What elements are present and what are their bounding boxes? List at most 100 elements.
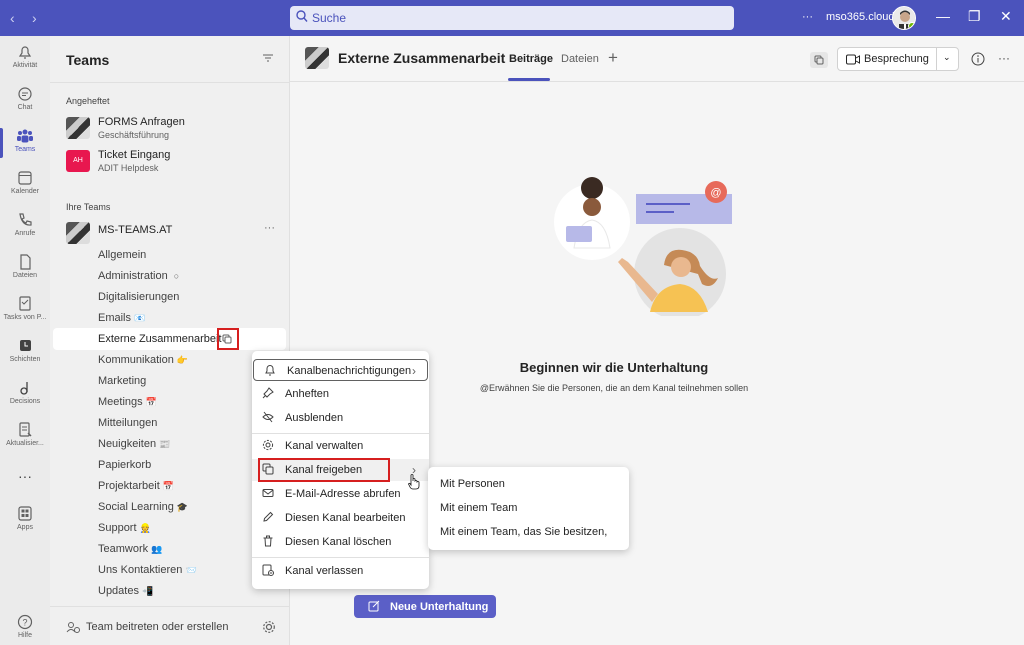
more-icon[interactable]: ··· <box>998 51 1010 65</box>
rail-label: Teams <box>14 146 36 153</box>
minimize-icon[interactable]: — <box>936 8 950 24</box>
conversation-illustration: @ <box>552 170 738 316</box>
rail-item-teams[interactable]: Teams <box>0 128 50 158</box>
channel-item[interactable]: Administration ○ <box>98 270 179 282</box>
rail-item-files[interactable]: Dateien <box>0 254 50 279</box>
search-input[interactable]: Suche <box>290 6 734 30</box>
team-more-icon[interactable]: ··· <box>264 222 275 234</box>
channel-emoji: 👷 <box>139 523 151 533</box>
channel-item[interactable]: Uns Kontaktieren 📨 <box>98 564 197 576</box>
channel-item[interactable]: Mitteilungen <box>98 417 157 429</box>
updates-icon <box>0 422 50 438</box>
channel-item[interactable]: Meetings 📅 <box>98 396 157 408</box>
back-icon[interactable]: ‹ <box>10 10 15 26</box>
channel-item[interactable]: Marketing <box>98 375 146 387</box>
rail-more-icon[interactable]: ··· <box>0 468 50 484</box>
app-rail: Aktivität Chat Teams Kalender Anrufe Dat… <box>0 36 50 645</box>
meet-button[interactable]: Besprechung ⌄ <box>837 47 959 71</box>
menu-item-edit-channel[interactable]: Diesen Kanal bearbeiten <box>252 507 429 529</box>
rail-item-apps[interactable]: Apps <box>0 506 50 531</box>
channel-item[interactable]: Papierkorb <box>98 459 151 471</box>
more-options-icon[interactable]: ··· <box>802 11 813 23</box>
channel-item[interactable]: Emails 📧 <box>98 312 145 324</box>
chevron-down-icon[interactable]: ⌄ <box>943 52 951 63</box>
team-name: MS-TEAMS.AT <box>98 224 173 236</box>
add-tab-icon[interactable]: + <box>608 48 618 68</box>
pinned-sub: Geschäftsführung <box>98 130 170 140</box>
submenu-item-with-team[interactable]: Mit einem Team <box>440 502 517 514</box>
tab-files[interactable]: Dateien <box>561 53 599 65</box>
teams-icon <box>0 128 50 144</box>
menu-item-leave-channel[interactable]: Kanal verlassen <box>252 560 429 582</box>
menu-item-channel-notifications[interactable]: Kanalbenachrichtigungen › <box>253 359 428 381</box>
pinned-name: FORMS Anfragen <box>98 116 185 128</box>
menu-item-get-email[interactable]: E-Mail-Adresse abrufen <box>252 483 429 505</box>
decisions-icon <box>0 380 50 396</box>
channel-item[interactable]: Digitalisierungen <box>98 291 179 303</box>
new-conversation-button[interactable]: Neue Unterhaltung <box>354 595 496 618</box>
divider <box>252 557 429 558</box>
rail-item-help[interactable]: ? Hilfe <box>0 614 50 639</box>
pinned-team-forms[interactable]: FORMS Anfragen Geschäftsführung <box>66 115 276 145</box>
pinned-sub: ADIT Helpdesk <box>98 163 159 173</box>
menu-item-hide[interactable]: Ausblenden <box>252 407 429 429</box>
join-create-team-button[interactable]: Team beitreten oder erstellen <box>66 621 228 634</box>
rail-item-calendar[interactable]: Kalender <box>0 170 50 195</box>
channel-item[interactable]: Neuigkeiten 📰 <box>98 438 170 450</box>
rail-item-shifts[interactable]: Schichten <box>0 338 50 363</box>
pinned-team-ticket[interactable]: AH Ticket Eingang ADIT Helpdesk <box>66 148 276 178</box>
channel-item[interactable]: Kommunikation 👉 <box>98 354 188 366</box>
team-avatar <box>66 117 90 139</box>
rail-item-decisions[interactable]: Decisions <box>0 380 50 405</box>
sidebar-title: Teams <box>66 52 110 68</box>
menu-item-label: Kanal verlassen <box>285 565 364 577</box>
channel-item[interactable]: Updates 📲 <box>98 585 153 597</box>
menu-item-pin[interactable]: Anheften <box>252 383 429 405</box>
shifts-icon <box>0 338 50 354</box>
trash-icon <box>262 535 274 547</box>
maximize-icon[interactable]: ❐ <box>968 8 981 25</box>
bell-icon <box>0 44 50 60</box>
rail-item-calls[interactable]: Anrufe <box>0 212 50 237</box>
gear-icon[interactable] <box>262 620 276 634</box>
channel-context-menu: Kanalbenachrichtigungen › Anheften Ausbl… <box>252 351 429 589</box>
rail-label: Aktivität <box>12 62 38 69</box>
rail-label: Dateien <box>12 272 38 279</box>
channel-emoji: 📧 <box>134 313 146 323</box>
channel-item[interactable]: Support 👷 <box>98 522 151 534</box>
rail-label: Anrufe <box>14 230 36 237</box>
team-ms-teams[interactable]: MS-TEAMS.AT ··· <box>66 220 276 250</box>
tab-posts[interactable]: Beiträge <box>509 53 553 65</box>
hand-cursor-icon <box>408 474 420 490</box>
filter-icon[interactable] <box>262 52 274 64</box>
rail-item-tasks[interactable]: Tasks von P... <box>0 296 50 321</box>
rail-item-activity[interactable]: Aktivität <box>0 44 50 69</box>
channel-item[interactable]: Projektarbeit 📅 <box>98 480 174 492</box>
rail-item-chat[interactable]: Chat <box>0 86 50 111</box>
submenu-item-with-people[interactable]: Mit Personen <box>440 478 505 490</box>
channel-emoji: 🎓 <box>176 502 189 512</box>
pinned-name: Ticket Eingang <box>98 149 171 161</box>
rail-item-updates[interactable]: Aktualisier... <box>0 422 50 447</box>
leave-icon <box>262 564 274 576</box>
menu-item-manage-channel[interactable]: Kanal verwalten <box>252 435 429 457</box>
submenu-item-with-owned-team[interactable]: Mit einem Team, das Sie besitzen, <box>440 526 607 538</box>
channel-item[interactable]: Teamwork 👥 <box>98 543 162 555</box>
channel-item-externe-zusammenarbeit[interactable]: Externe Zusammenarbeit <box>98 333 222 345</box>
avatar[interactable] <box>892 6 916 30</box>
highlight-box <box>217 328 239 350</box>
rail-label: Kalender <box>10 188 40 195</box>
channel-item[interactable]: Allgemein <box>98 249 146 261</box>
channel-emoji: 👥 <box>151 544 163 554</box>
meet-label: Besprechung <box>864 53 929 65</box>
svg-text:@: @ <box>710 187 721 199</box>
rail-label: Decisions <box>9 398 41 405</box>
divider <box>252 433 429 434</box>
close-icon[interactable]: ✕ <box>1000 8 1012 25</box>
info-icon[interactable] <box>971 52 985 66</box>
tenant-name[interactable]: mso365.cloud <box>826 11 895 23</box>
menu-item-delete-channel[interactable]: Diesen Kanal löschen <box>252 531 429 553</box>
forward-icon[interactable]: › <box>32 10 37 26</box>
channel-emoji: 👉 <box>176 355 189 365</box>
channel-item[interactable]: Social Learning 🎓 <box>98 501 188 513</box>
